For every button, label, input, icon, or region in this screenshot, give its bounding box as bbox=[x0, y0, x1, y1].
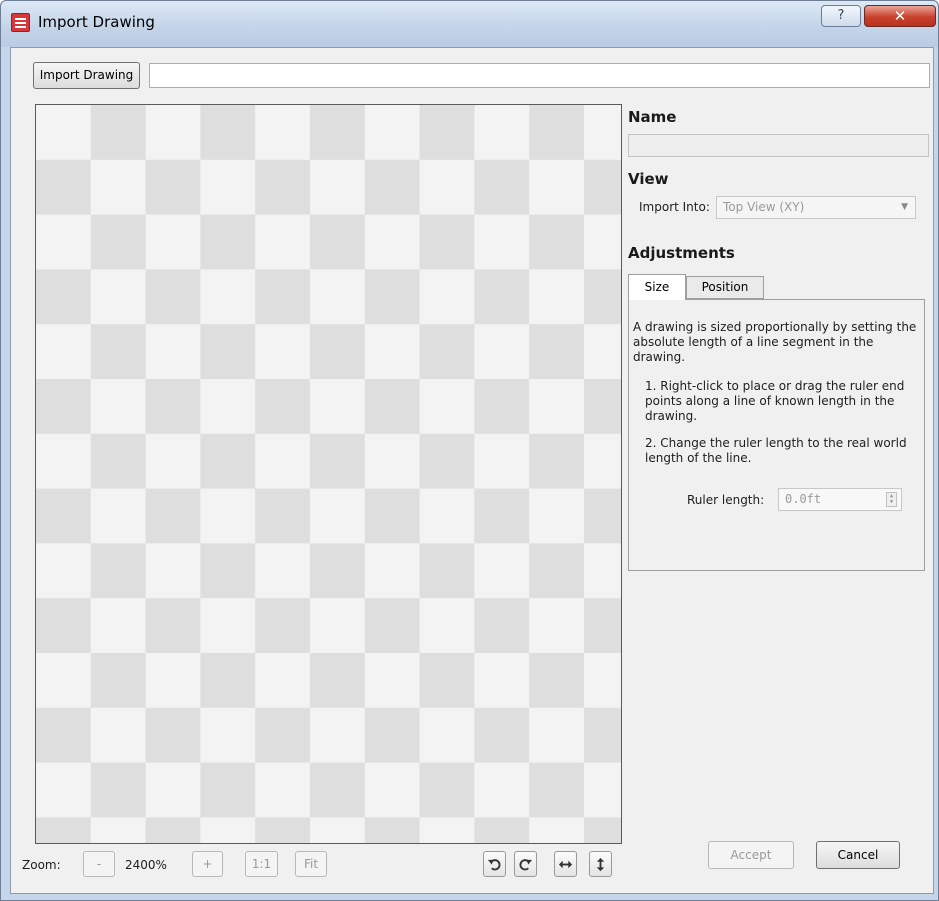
rotate-right-button[interactable] bbox=[514, 851, 537, 877]
view-heading: View bbox=[628, 170, 669, 188]
flip-horizontal-button[interactable] bbox=[554, 851, 577, 877]
import-drawing-window: Import Drawing ? ✕ Import Drawing Name V… bbox=[0, 0, 939, 901]
ruler-length-label: Ruler length: bbox=[687, 493, 765, 507]
chevron-down-icon: ▼ bbox=[901, 202, 908, 212]
rotate-right-icon bbox=[519, 859, 533, 871]
import-drawing-button[interactable]: Import Drawing bbox=[33, 62, 140, 89]
accept-button[interactable]: Accept bbox=[708, 841, 794, 869]
rotate-left-button[interactable] bbox=[483, 851, 506, 877]
close-button[interactable]: ✕ bbox=[864, 5, 936, 27]
ruler-length-spinner[interactable]: ▲ ▼ bbox=[886, 492, 897, 507]
title-bar[interactable]: Import Drawing ? ✕ bbox=[1, 1, 938, 47]
close-icon: ✕ bbox=[893, 7, 907, 25]
app-icon bbox=[11, 13, 30, 32]
import-into-label: Import Into: bbox=[639, 200, 710, 214]
import-into-select[interactable]: Top View (XY) ▼ bbox=[716, 196, 916, 219]
ruler-length-input[interactable]: 0.0ft ▲ ▼ bbox=[778, 488, 902, 511]
tab-size[interactable]: Size bbox=[628, 274, 686, 300]
import-into-value: Top View (XY) bbox=[723, 200, 805, 214]
adjustments-heading: Adjustments bbox=[628, 244, 735, 262]
ruler-length-value: 0.0ft bbox=[785, 492, 822, 506]
dialog-body: Import Drawing Name View Import Into: To… bbox=[10, 47, 934, 894]
rotate-left-icon bbox=[487, 859, 501, 871]
tab-position[interactable]: Position bbox=[686, 276, 764, 299]
size-instructions: A drawing is sized proportionally by set… bbox=[633, 320, 917, 364]
step-one-text: 1. Right-click to place or drag the rule… bbox=[645, 379, 905, 423]
flip-vertical-icon bbox=[596, 857, 605, 872]
flip-vertical-button[interactable] bbox=[589, 851, 612, 877]
zoom-out-button[interactable]: - bbox=[83, 851, 115, 877]
zoom-label: Zoom: bbox=[22, 858, 61, 872]
window-title: Import Drawing bbox=[38, 13, 155, 31]
zoom-fit-button[interactable]: Fit bbox=[295, 851, 327, 877]
flip-horizontal-icon bbox=[558, 860, 573, 869]
help-icon: ? bbox=[837, 8, 845, 23]
actual-size-button[interactable]: 1:1 bbox=[245, 851, 278, 877]
cancel-button[interactable]: Cancel bbox=[816, 841, 900, 869]
zoom-in-button[interactable]: + bbox=[192, 851, 223, 877]
zoom-level: 2400% bbox=[125, 858, 167, 872]
file-path-input[interactable] bbox=[149, 63, 930, 88]
name-heading: Name bbox=[628, 108, 677, 126]
step-two-text: 2. Change the ruler length to the real w… bbox=[645, 436, 907, 465]
name-input[interactable] bbox=[628, 134, 929, 157]
drawing-canvas[interactable] bbox=[35, 104, 622, 844]
help-button[interactable]: ? bbox=[821, 5, 861, 27]
